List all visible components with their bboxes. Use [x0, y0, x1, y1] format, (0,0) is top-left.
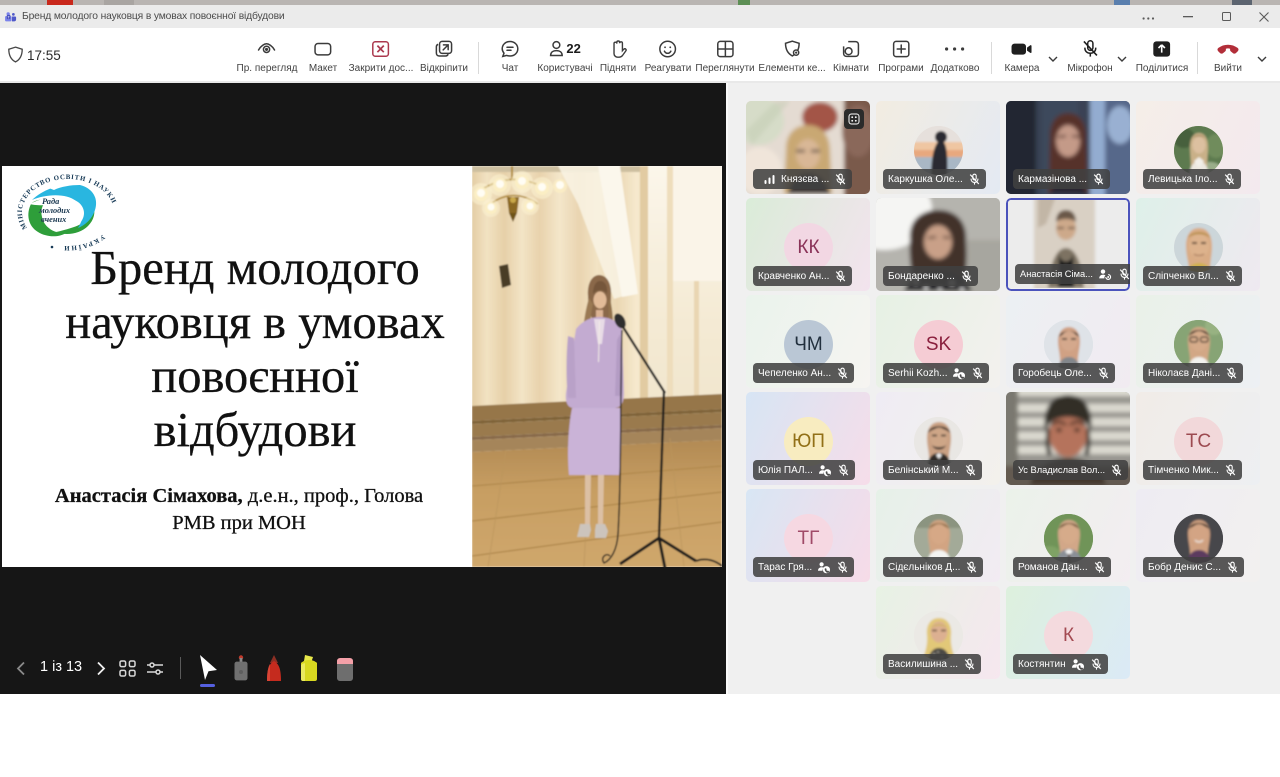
svg-text:22: 22: [566, 41, 580, 56]
svg-text:вчених: вчених: [41, 215, 66, 224]
svg-text:Рада: Рада: [42, 197, 59, 206]
svg-text:молодих: молодих: [38, 206, 70, 215]
